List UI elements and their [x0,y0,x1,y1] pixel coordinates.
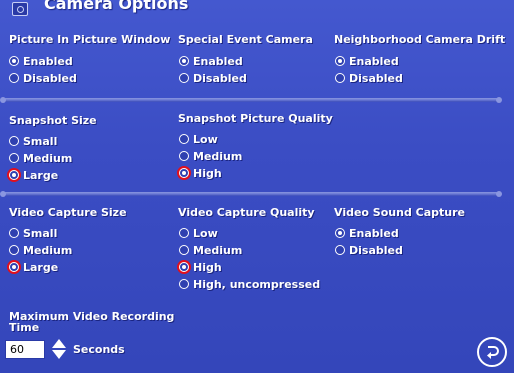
triangle-down-icon[interactable] [52,350,66,359]
option-label: Small [23,134,58,148]
video-quality-title: Video Capture Quality [178,206,315,219]
snapshot-size-medium-option[interactable]: Medium [9,151,72,165]
radio-icon[interactable] [179,228,189,238]
snapshot-quality-low-option[interactable]: Low [179,132,218,146]
video-size-title: Video Capture Size [9,206,127,219]
video-quality-high-option[interactable]: High [179,260,222,274]
pip-title: Picture In Picture Window [9,33,171,46]
option-label: High [193,166,222,180]
recording-time-input[interactable]: 60 [5,340,45,359]
snapshot-quality-medium-option[interactable]: Medium [179,149,242,163]
option-label: Disabled [349,243,403,257]
video-quality-uncompressed-option[interactable]: High, uncompressed [179,277,320,291]
radio-icon[interactable] [179,151,189,161]
option-label: Disabled [23,71,77,85]
seconds-label: Seconds [73,343,125,356]
radio-icon[interactable] [179,134,189,144]
video-quality-low-option[interactable]: Low [179,226,218,240]
radio-icon[interactable] [335,245,345,255]
radio-icon[interactable] [179,279,189,289]
video-size-small-option[interactable]: Small [9,226,57,240]
panel-title: Camera Options [44,0,189,13]
option-label: Enabled [349,226,399,240]
special-event-enabled-option[interactable]: Enabled [179,54,243,68]
option-label: Disabled [349,71,403,85]
option-label: Disabled [193,71,247,85]
title-bar: Camera Options [0,0,514,20]
max-recording-title-line2: Time [9,321,40,334]
radio-icon[interactable] [9,245,19,255]
recording-time-stepper[interactable] [51,338,67,360]
pip-disabled-option[interactable]: Disabled [9,71,77,85]
undo-arrow-icon [487,346,499,359]
radio-icon[interactable] [9,73,19,83]
radio-icon[interactable] [9,136,19,146]
option-label: Medium [23,151,73,165]
option-label: Low [193,132,218,146]
option-label: Small [23,226,58,240]
neighborhood-drift-title: Neighborhood Camera Drift [334,33,506,46]
radio-selected-icon[interactable] [9,262,19,272]
option-label: Enabled [23,54,73,68]
pip-enabled-option[interactable]: Enabled [9,54,73,68]
radio-icon[interactable] [9,153,19,163]
special-event-title: Special Event Camera [178,33,313,46]
snapshot-size-large-option[interactable]: Large [9,168,58,182]
radio-selected-icon[interactable] [9,56,19,66]
radio-selected-icon[interactable] [179,262,189,272]
radio-selected-icon[interactable] [335,56,345,66]
triangle-up-icon[interactable] [52,339,66,348]
section-divider [0,97,502,103]
video-sound-enabled-option[interactable]: Enabled [335,226,399,240]
radio-selected-icon[interactable] [9,170,19,180]
option-label: Medium [193,149,243,163]
camera-options-panel: Camera Options Picture In Picture Window… [0,0,514,373]
snapshot-size-small-option[interactable]: Small [9,134,57,148]
option-label: High, uncompressed [193,277,321,291]
special-event-disabled-option[interactable]: Disabled [179,71,247,85]
video-size-large-option[interactable]: Large [9,260,58,274]
drift-enabled-option[interactable]: Enabled [335,54,399,68]
radio-selected-icon[interactable] [335,228,345,238]
snapshot-quality-high-option[interactable]: High [179,166,222,180]
option-label: High [193,260,222,274]
option-label: Enabled [193,54,243,68]
video-size-medium-option[interactable]: Medium [9,243,72,257]
radio-selected-icon[interactable] [179,56,189,66]
radio-icon[interactable] [179,245,189,255]
drift-disabled-option[interactable]: Disabled [335,71,403,85]
radio-icon[interactable] [179,73,189,83]
snapshot-quality-title: Snapshot Picture Quality [178,112,333,125]
option-label: Low [193,226,218,240]
snapshot-size-title: Snapshot Size [9,114,97,127]
option-label: Medium [23,243,73,257]
radio-selected-icon[interactable] [179,168,189,178]
video-sound-title: Video Sound Capture [334,206,466,219]
radio-icon[interactable] [335,73,345,83]
section-divider [0,191,502,197]
radio-icon[interactable] [9,228,19,238]
option-label: Large [23,260,59,274]
video-sound-disabled-option[interactable]: Disabled [335,243,403,257]
option-label: Large [23,168,59,182]
undo-button[interactable] [477,337,507,367]
video-quality-medium-option[interactable]: Medium [179,243,242,257]
option-label: Enabled [349,54,399,68]
camera-icon [12,2,28,16]
option-label: Medium [193,243,243,257]
